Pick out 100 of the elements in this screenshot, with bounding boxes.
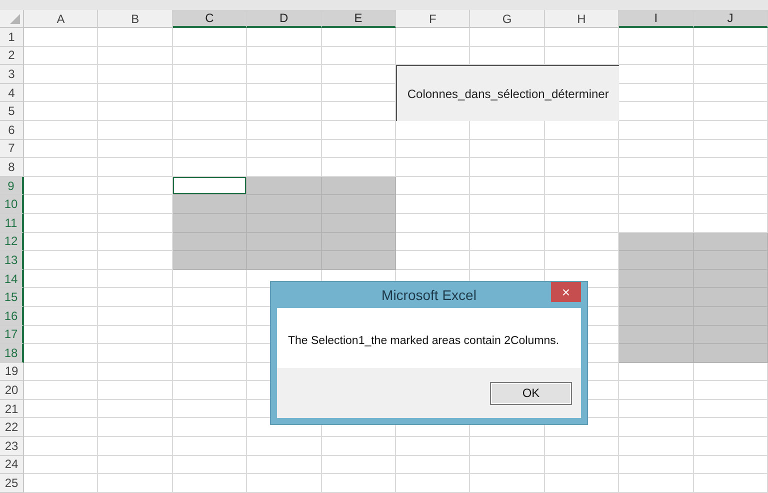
row-header[interactable]: 23	[0, 437, 24, 456]
spreadsheet-cell[interactable]	[396, 195, 470, 214]
spreadsheet-cell[interactable]	[470, 232, 545, 252]
spreadsheet-cell[interactable]	[172, 84, 248, 102]
spreadsheet-cell[interactable]	[24, 474, 98, 493]
spreadsheet-cell[interactable]	[619, 437, 694, 456]
spreadsheet-cell[interactable]	[470, 195, 545, 214]
spreadsheet-cell[interactable]	[322, 28, 396, 47]
row-header[interactable]: 2	[0, 46, 24, 66]
column-header[interactable]: A	[24, 10, 98, 28]
spreadsheet-cell[interactable]	[694, 214, 768, 233]
spreadsheet-cell[interactable]	[172, 362, 248, 382]
spreadsheet-cell[interactable]	[322, 120, 396, 140]
spreadsheet-cell[interactable]	[396, 176, 470, 196]
spreadsheet-cell[interactable]	[619, 28, 694, 47]
selected-cell[interactable]	[322, 214, 396, 233]
spreadsheet-cell[interactable]	[694, 381, 768, 400]
spreadsheet-cell[interactable]	[24, 65, 98, 84]
spreadsheet-cell[interactable]	[322, 140, 396, 158]
spreadsheet-cell[interactable]	[247, 456, 322, 474]
spreadsheet-cell[interactable]	[619, 65, 694, 84]
spreadsheet-cell[interactable]	[172, 437, 248, 456]
spreadsheet-cell[interactable]	[470, 437, 545, 456]
row-header[interactable]: 4	[0, 84, 24, 102]
selected-cell[interactable]	[619, 270, 694, 288]
spreadsheet-cell[interactable]	[247, 437, 322, 456]
spreadsheet-cell[interactable]	[619, 195, 694, 214]
spreadsheet-cell[interactable]	[694, 158, 768, 177]
spreadsheet-cell[interactable]	[98, 28, 173, 47]
spreadsheet-cell[interactable]	[396, 120, 470, 140]
spreadsheet-cell[interactable]	[172, 46, 248, 66]
spreadsheet-cell[interactable]	[544, 214, 620, 233]
spreadsheet-cell[interactable]	[694, 28, 768, 47]
selected-cell[interactable]	[694, 232, 768, 252]
spreadsheet-cell[interactable]	[98, 270, 173, 288]
spreadsheet-cell[interactable]	[694, 400, 768, 418]
selected-cell[interactable]	[172, 251, 248, 270]
spreadsheet-cell[interactable]	[98, 381, 173, 400]
spreadsheet-cell[interactable]	[24, 102, 98, 121]
selected-cell[interactable]	[247, 176, 322, 196]
row-header[interactable]: 25	[0, 474, 24, 493]
active-cell[interactable]	[172, 176, 248, 196]
column-header[interactable]: J	[694, 10, 768, 28]
spreadsheet-cell[interactable]	[24, 158, 98, 177]
spreadsheet-cell[interactable]	[172, 65, 248, 84]
spreadsheet-cell[interactable]	[172, 400, 248, 418]
row-header[interactable]: 24	[0, 456, 24, 474]
select-all-corner[interactable]	[0, 10, 24, 28]
spreadsheet-cell[interactable]	[98, 400, 173, 418]
column-header[interactable]: F	[396, 10, 470, 28]
spreadsheet-cell[interactable]	[694, 195, 768, 214]
spreadsheet-cell[interactable]	[619, 46, 694, 66]
spreadsheet-cell[interactable]	[544, 158, 620, 177]
selected-cell[interactable]	[172, 232, 248, 252]
selected-cell[interactable]	[322, 232, 396, 252]
spreadsheet-cell[interactable]	[694, 84, 768, 102]
spreadsheet-cell[interactable]	[98, 418, 173, 438]
column-header[interactable]: I	[619, 10, 694, 28]
spreadsheet-cell[interactable]	[98, 214, 173, 233]
spreadsheet-cell[interactable]	[24, 28, 98, 47]
spreadsheet-cell[interactable]	[24, 437, 98, 456]
spreadsheet-cell[interactable]	[544, 140, 620, 158]
spreadsheet-cell[interactable]	[247, 65, 322, 84]
spreadsheet-cell[interactable]	[98, 84, 173, 102]
spreadsheet-cell[interactable]	[98, 65, 173, 84]
spreadsheet-cell[interactable]	[98, 158, 173, 177]
selected-cell[interactable]	[322, 195, 396, 214]
spreadsheet-cell[interactable]	[24, 418, 98, 438]
spreadsheet-cell[interactable]	[24, 288, 98, 307]
spreadsheet-cell[interactable]	[98, 195, 173, 214]
spreadsheet-cell[interactable]	[694, 120, 768, 140]
column-header[interactable]: G	[470, 10, 545, 28]
spreadsheet-cell[interactable]	[98, 232, 173, 252]
column-header[interactable]: B	[98, 10, 173, 28]
selected-cell[interactable]	[619, 306, 694, 326]
spreadsheet-cell[interactable]	[98, 456, 173, 474]
spreadsheet-cell[interactable]	[470, 251, 545, 270]
spreadsheet-cell[interactable]	[470, 456, 545, 474]
spreadsheet-cell[interactable]	[544, 46, 620, 66]
spreadsheet-cell[interactable]	[694, 102, 768, 121]
row-header[interactable]: 18	[0, 344, 24, 363]
spreadsheet-cell[interactable]	[619, 84, 694, 102]
spreadsheet-cell[interactable]	[396, 46, 470, 66]
selected-cell[interactable]	[172, 214, 248, 233]
spreadsheet-cell[interactable]	[619, 418, 694, 438]
spreadsheet-cell[interactable]	[172, 28, 248, 47]
spreadsheet-cell[interactable]	[24, 344, 98, 363]
spreadsheet-cell[interactable]	[322, 158, 396, 177]
spreadsheet-cell[interactable]	[544, 28, 620, 47]
spreadsheet-cell[interactable]	[172, 326, 248, 344]
spreadsheet-cell[interactable]	[98, 344, 173, 363]
spreadsheet-cell[interactable]	[619, 214, 694, 233]
spreadsheet-cell[interactable]	[322, 474, 396, 493]
spreadsheet-cell[interactable]	[247, 84, 322, 102]
spreadsheet-cell[interactable]	[24, 176, 98, 196]
selected-cell[interactable]	[247, 195, 322, 214]
spreadsheet-cell[interactable]	[694, 176, 768, 196]
spreadsheet-cell[interactable]	[24, 232, 98, 252]
selected-cell[interactable]	[694, 344, 768, 363]
column-header[interactable]: E	[322, 10, 396, 28]
